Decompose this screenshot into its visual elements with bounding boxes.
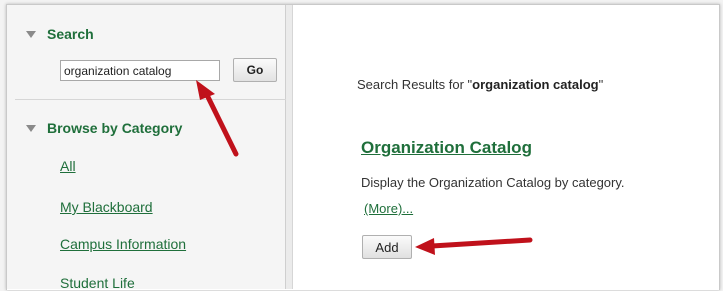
red-arrow-icon — [415, 237, 533, 255]
annotation-arrows — [196, 80, 533, 255]
red-arrow-icon — [196, 80, 239, 157]
